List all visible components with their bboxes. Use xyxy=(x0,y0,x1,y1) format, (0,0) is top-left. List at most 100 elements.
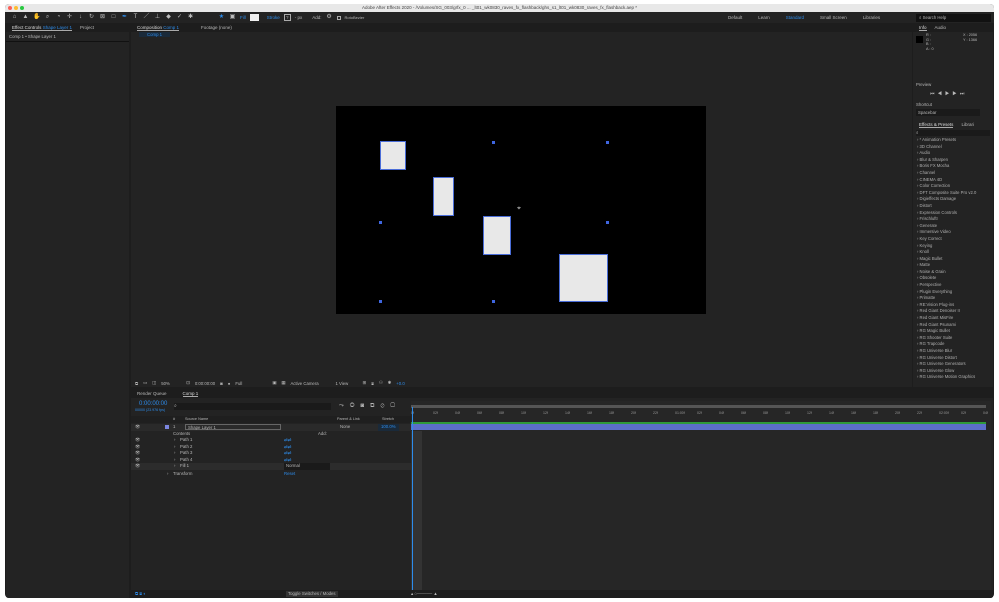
selection-tool-icon[interactable]: ▲ xyxy=(22,14,29,21)
effect-category[interactable]: › Immersive Video xyxy=(913,229,993,236)
transparency-grid-icon[interactable]: ▦ xyxy=(281,380,285,386)
effect-category[interactable]: › Obsolete xyxy=(913,275,993,282)
effect-category[interactable]: › * Animation Presets xyxy=(913,137,993,144)
tab-effects-presets[interactable]: Effects & Presets xyxy=(919,122,954,128)
effect-category[interactable]: › Noise & Grain xyxy=(913,269,993,276)
layer-row[interactable]: 👁 1 Shape Layer 1 None 100.0% xyxy=(131,424,411,431)
effect-category[interactable]: › RE:Vision Plug-ins xyxy=(913,302,993,309)
eraser-tool-icon[interactable]: ◆ xyxy=(165,14,172,21)
type-tool-icon[interactable]: T xyxy=(132,14,139,21)
effect-category[interactable]: › RG Universe Blur xyxy=(913,348,993,355)
tab-effect-controls[interactable]: Effect Controls Shape Layer 1 xyxy=(12,25,72,31)
label-color[interactable] xyxy=(165,425,169,429)
rectangle-tool-icon[interactable]: □ xyxy=(110,14,117,21)
fill-label[interactable]: Fill xyxy=(240,15,246,20)
region-icon[interactable]: ▣ xyxy=(272,380,276,386)
fill-swatch[interactable] xyxy=(249,14,259,21)
brush-tool-icon[interactable]: ／ xyxy=(143,14,150,21)
effect-category[interactable]: › Digieffects Damage xyxy=(913,196,993,203)
eye-icon[interactable]: 👁 xyxy=(135,457,140,464)
footer-icons[interactable]: ⧉ ⧈ ◐ xyxy=(135,590,146,598)
bounding-handle[interactable] xyxy=(492,300,495,303)
effects-search-input[interactable]: ⌕ xyxy=(916,130,990,136)
minimize-window-button[interactable] xyxy=(14,6,18,10)
content-row[interactable]: 👁 › Path 3 ⇌⇌ xyxy=(131,450,411,457)
search-help-input[interactable]: ⌕ Search Help xyxy=(916,13,991,22)
resolution-icon[interactable]: ⊡ xyxy=(186,380,190,386)
timeline-search-input[interactable]: ⌕ xyxy=(174,403,331,410)
zoom-tool-icon[interactable]: ⌕ xyxy=(44,14,51,21)
always-preview-icon[interactable]: ⧉ xyxy=(135,381,138,386)
path-mode-icon[interactable]: ⇌⇌ xyxy=(284,457,291,464)
effect-category[interactable]: › Knoll xyxy=(913,249,993,256)
camera-snapshot-icon[interactable]: ◙ xyxy=(220,381,223,386)
effect-category[interactable]: › RG Universe Glow xyxy=(913,368,993,375)
composition-canvas[interactable]: ⌖ xyxy=(336,106,706,314)
effect-category[interactable]: › RG Universe Generators xyxy=(913,361,993,368)
effect-category[interactable]: › RG Trapcode xyxy=(913,341,993,348)
effect-category[interactable]: › Channel xyxy=(913,170,993,177)
orbit-tool-icon[interactable]: ◔ xyxy=(55,14,62,21)
shortcut-select[interactable]: Spacebar xyxy=(916,109,980,116)
eye-icon[interactable]: 👁 xyxy=(135,450,140,457)
snap-options-icon[interactable]: ▣ xyxy=(229,14,236,21)
effect-category[interactable]: › Magic Bullet xyxy=(913,256,993,263)
bounding-handle[interactable] xyxy=(492,141,495,144)
tab-composition[interactable]: Composition Comp 1 xyxy=(137,25,180,31)
content-row[interactable]: 👁 › Fill 1 Normal xyxy=(131,463,411,470)
effect-category[interactable]: › RG Shooter Suite xyxy=(913,335,993,342)
workspace-small-screen[interactable]: Small Screen xyxy=(820,15,847,20)
effect-category[interactable]: › 3D Channel xyxy=(913,144,993,151)
timeline-timecode[interactable]: 0:00:00:00 xyxy=(139,401,167,407)
effect-category[interactable]: › Red Giant Denoiser II xyxy=(913,308,993,315)
effect-category[interactable]: › Matte xyxy=(913,262,993,269)
path-mode-icon[interactable]: ⇌⇌ xyxy=(284,450,291,457)
pen-tool-icon[interactable]: ✒ xyxy=(121,14,128,21)
stroke-label[interactable]: Stroke xyxy=(267,15,280,20)
effect-category[interactable]: › Perspective xyxy=(913,282,993,289)
effect-category[interactable]: › Plugin Everything xyxy=(913,289,993,296)
effect-category[interactable]: › Keying xyxy=(913,243,993,250)
pan-behind-tool-icon[interactable]: ⊠ xyxy=(99,14,106,21)
effect-category[interactable]: › Generate xyxy=(913,223,993,230)
color-channel-icon[interactable]: ● xyxy=(228,381,231,386)
time-ruler[interactable]: 0f02f04f06f08f10f12f14f16f18f20f22f01:00… xyxy=(411,409,988,419)
zoom-slider[interactable]: ▴ ○───── ▲ xyxy=(411,590,438,598)
effect-category[interactable]: › Primatte xyxy=(913,295,993,302)
workspace-standard[interactable]: Standard xyxy=(786,15,804,20)
close-window-button[interactable] xyxy=(8,6,12,10)
content-row[interactable]: 👁 › Path 4 ⇌⇌ xyxy=(131,457,411,464)
hand-tool-icon[interactable]: ✋ xyxy=(33,14,40,21)
work-area-bar[interactable] xyxy=(411,405,986,408)
effect-category[interactable]: › RG Universe Motion Graphics xyxy=(913,374,993,381)
monitor-icon[interactable]: ▭ xyxy=(143,380,147,386)
bounding-handle[interactable] xyxy=(606,221,609,224)
tab-audio[interactable]: Audio xyxy=(935,25,947,30)
rotobezier-checkbox[interactable] xyxy=(336,15,341,20)
pan-tool-icon[interactable]: ✛ xyxy=(66,14,73,21)
layer-name[interactable]: Shape Layer 1 xyxy=(185,424,281,430)
mask-icon[interactable]: ◫ xyxy=(152,380,156,386)
tab-info[interactable]: Info xyxy=(919,25,927,31)
stretch-value[interactable]: 100.0% xyxy=(378,424,399,431)
clone-stamp-tool-icon[interactable]: ⊥ xyxy=(154,14,161,21)
effect-category[interactable]: › CINEMA 4D xyxy=(913,177,993,184)
shape-rect-1[interactable] xyxy=(380,141,406,170)
tab-libraries[interactable]: Librari xyxy=(961,122,974,127)
puppet-tool-icon[interactable]: ✱ xyxy=(187,14,194,21)
tab-footage[interactable]: Footage (none) xyxy=(201,25,232,30)
parent-select[interactable]: None xyxy=(340,424,372,431)
effect-category[interactable]: › Distort xyxy=(913,203,993,210)
effect-category[interactable]: › Red Giant Psunami xyxy=(913,322,993,329)
fill-mode-select[interactable]: Normal xyxy=(284,463,330,470)
camera-select[interactable]: Active Camera xyxy=(290,381,330,386)
preview-controls[interactable]: ⏮◀▶▶⏭ xyxy=(930,91,967,97)
header-source-name[interactable]: Source Name xyxy=(185,416,208,423)
stroke-width[interactable]: - px xyxy=(295,15,303,20)
snap-icon[interactable]: ★ xyxy=(218,14,225,21)
home-icon[interactable]: ⌂ xyxy=(11,14,18,21)
eye-icon[interactable]: 👁 xyxy=(135,424,140,431)
zoom-select[interactable]: 50% xyxy=(161,381,181,386)
reset-exposure-icon[interactable]: ✱ xyxy=(388,380,392,386)
dolly-tool-icon[interactable]: ↓ xyxy=(77,14,84,21)
